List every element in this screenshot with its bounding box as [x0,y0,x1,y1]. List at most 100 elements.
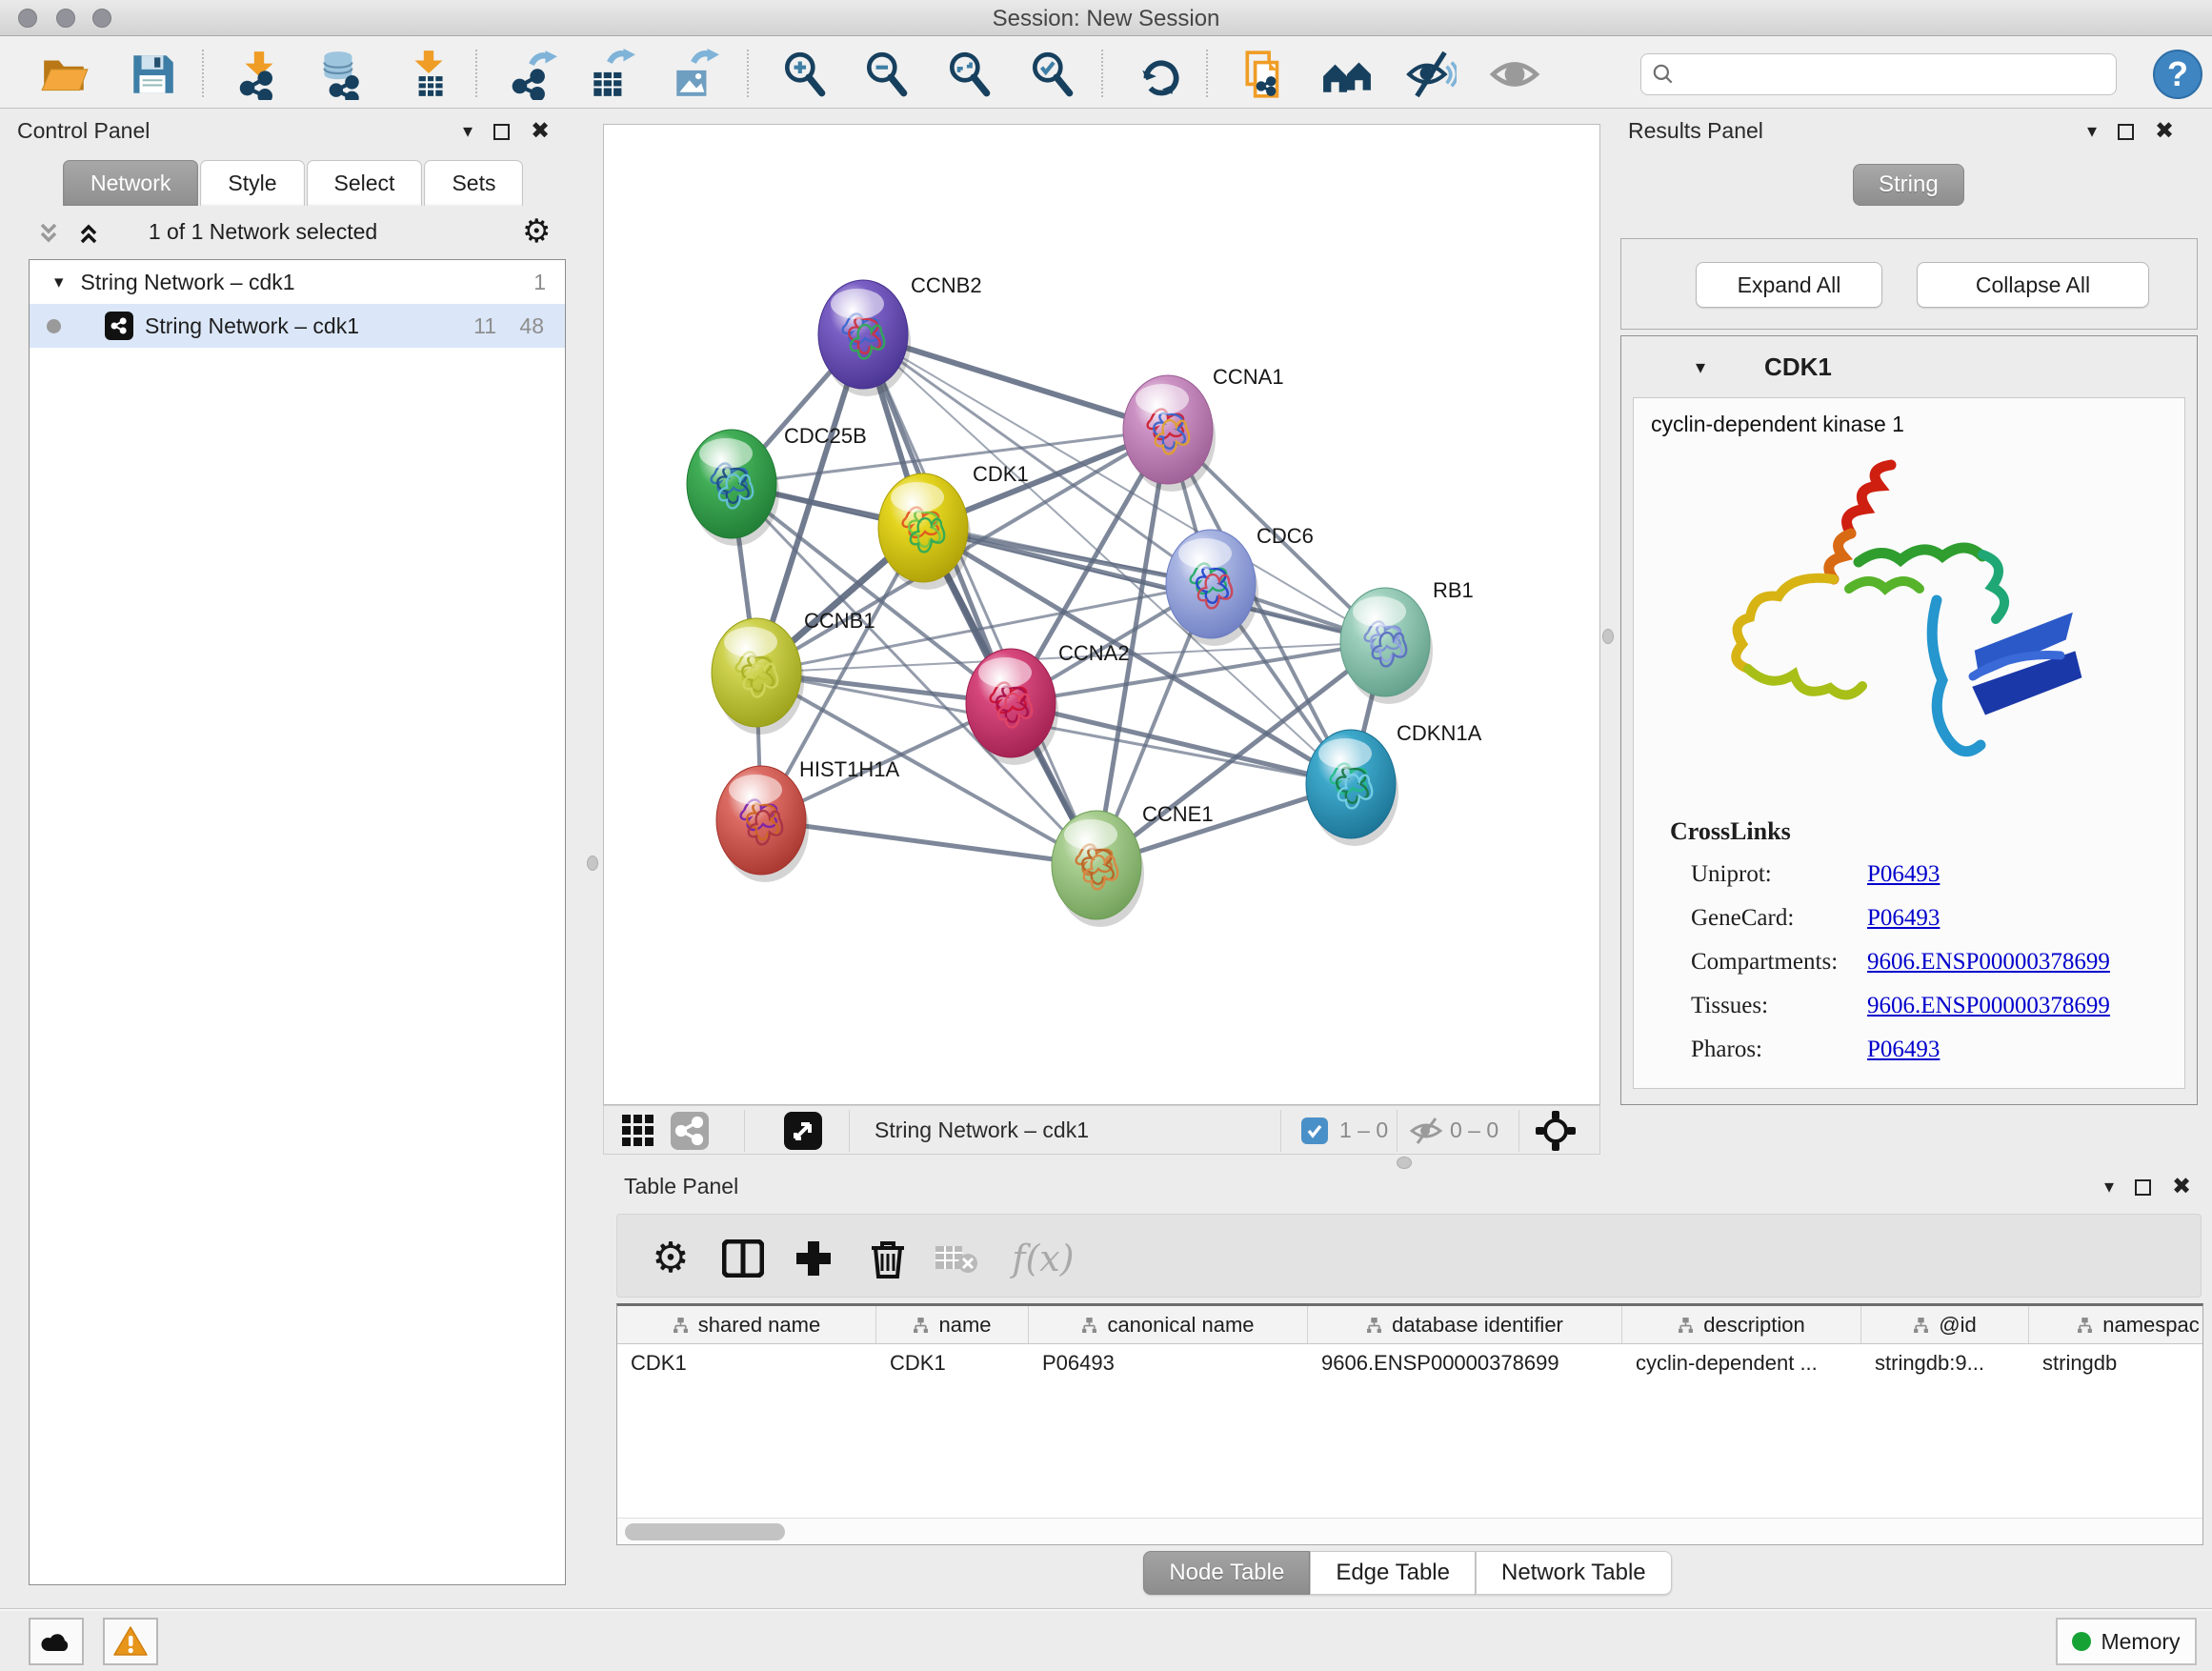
left-splitter-handle[interactable] [587,856,598,871]
table-cell[interactable]: stringdb [2029,1344,2203,1384]
node-CDC6[interactable]: CDC6 [1166,524,1314,646]
node-CDC25B[interactable]: CDC25B [687,424,867,546]
column-header--id[interactable]: @id [1861,1306,2029,1343]
results-panel-header-icons: ▾ ✖ [2087,120,2174,143]
panel-float-icon[interactable] [493,124,510,140]
column-header-shared-name[interactable]: shared name [617,1306,876,1343]
string-show-icon[interactable] [1488,48,1541,101]
navigator-crosshair-icon[interactable] [1536,1111,1576,1156]
zoom-selected-icon[interactable] [1026,48,1079,101]
add-column-icon[interactable] [787,1232,840,1285]
horizontal-splitter-handle[interactable] [1397,1157,1412,1169]
node-CDKN1A[interactable]: CDKN1A [1306,721,1482,846]
search-input[interactable] [1683,62,2106,87]
import-table-file-icon[interactable] [402,48,455,101]
export-image-icon[interactable] [669,48,722,101]
edge-HIST1H1A-CCNE1[interactable] [761,820,1096,865]
panel-menu-icon[interactable]: ▾ [2087,122,2097,141]
network-canvas[interactable]: CCNB2CCNA1CDC25BCDK1CDC6RB1CCNB1CCNA2CDK… [603,124,1600,1105]
column-header-canonical-name[interactable]: canonical name [1029,1306,1308,1343]
hscrollbar-thumb[interactable] [625,1523,785,1540]
crosslink-link[interactable]: P06493 [1867,1037,1940,1062]
column-header-database-identifier[interactable]: database identifier [1308,1306,1622,1343]
table-cell[interactable]: stringdb:9... [1861,1344,2029,1384]
tab-network-table[interactable]: Network Table [1476,1551,1672,1595]
table-cell[interactable]: cyclin-dependent ... [1622,1344,1861,1384]
open-session-icon[interactable] [38,48,91,101]
delete-column-icon[interactable] [861,1232,915,1285]
show-columns-icon[interactable] [716,1232,770,1285]
tab-node-table[interactable]: Node Table [1143,1551,1310,1595]
help-icon[interactable]: ? [2153,50,2202,99]
edge-CCNA2-CDKN1A[interactable] [1011,703,1351,784]
protein-section-header[interactable]: ▾ CDK1 [1621,336,2197,397]
column-header-name[interactable]: name [876,1306,1029,1343]
selected-counter: 1 – 0 [1339,1117,1388,1143]
import-network-database-icon[interactable] [313,48,367,101]
panel-float-icon[interactable] [2118,124,2134,140]
panel-float-icon[interactable] [2135,1179,2151,1196]
table-row[interactable]: CDK1CDK1P064939606.ENSP00000378699cyclin… [617,1344,2203,1384]
string-network-graph[interactable]: CCNB2CCNA1CDC25BCDK1CDC6RB1CCNB1CCNA2CDK… [604,125,1599,1104]
tree-expander-icon[interactable]: ▾ [54,272,64,293]
cloud-button[interactable] [29,1618,84,1665]
crosslink-link[interactable]: 9606.ENSP00000378699 [1867,993,2110,1018]
panel-menu-icon[interactable]: ▾ [2104,1178,2114,1197]
node-CCNA2[interactable]: CCNA2 [966,641,1130,765]
crosslink-link[interactable]: P06493 [1867,861,1940,887]
panel-close-icon[interactable]: ✖ [2172,1176,2191,1198]
section-expander-icon[interactable]: ▾ [1696,355,1705,379]
panel-menu-icon[interactable]: ▾ [463,122,473,141]
zoom-in-icon[interactable] [778,48,832,101]
network-view-share-icon[interactable] [671,1112,709,1155]
network-row-selected[interactable]: String Network – cdk1 11 48 [30,304,565,348]
collapse-all-button[interactable]: Collapse All [1917,262,2149,308]
node-CCNB2[interactable]: CCNB2 [818,273,982,396]
save-session-icon[interactable] [126,48,179,101]
right-splitter-handle[interactable] [1602,629,1614,644]
zoom-fit-icon[interactable] [943,48,996,101]
detach-view-icon[interactable] [784,1112,822,1155]
search-field[interactable] [1640,53,2117,95]
grid-view-icon[interactable] [620,1113,656,1154]
tab-select[interactable]: Select [307,160,423,206]
table-cell[interactable]: 9606.ENSP00000378699 [1308,1344,1622,1384]
export-network-icon[interactable] [507,48,560,101]
crosslink-link[interactable]: 9606.ENSP00000378699 [1867,949,2110,975]
zoom-out-icon[interactable] [860,48,914,101]
string-copy-icon[interactable] [1238,48,1292,101]
node-CCNA1[interactable]: CCNA1 [1123,365,1284,492]
tab-style[interactable]: Style [200,160,304,206]
memory-button[interactable]: Memory [2056,1618,2197,1665]
table-hscrollbar[interactable] [617,1518,2202,1544]
refresh-icon[interactable] [1134,48,1187,101]
node-CCNB1[interactable]: CCNB1 [712,609,875,735]
panel-close-icon[interactable]: ✖ [2155,120,2174,143]
node-HIST1H1A[interactable]: HIST1H1A [716,757,899,882]
crosslink-link[interactable]: P06493 [1867,905,1940,931]
tab-sets[interactable]: Sets [424,160,523,206]
table-cell[interactable]: CDK1 [876,1344,1029,1384]
network-options-gear-icon[interactable]: ⚙ [522,215,551,248]
column-header-namespac[interactable]: namespac [2029,1306,2203,1343]
import-network-file-icon[interactable] [232,48,286,101]
column-header-description[interactable]: description [1622,1306,1861,1343]
selected-checkbox-icon[interactable] [1301,1117,1328,1144]
tab-string[interactable]: String [1853,164,1964,206]
table-cell[interactable]: CDK1 [617,1344,876,1384]
title-bar: Session: New Session [0,0,2212,36]
tab-network[interactable]: Network [63,160,198,206]
expand-all-button[interactable]: Expand All [1696,262,1882,308]
node-RB1[interactable]: RB1 [1340,578,1474,704]
network-collection-row[interactable]: ▾ String Network – cdk1 1 [30,260,565,304]
warnings-button[interactable] [103,1618,158,1665]
node-CCNE1[interactable]: CCNE1 [1052,802,1214,927]
edge-CCNB2-CCNE1[interactable] [863,334,1096,865]
string-home-icon[interactable] [1320,48,1374,101]
table-settings-gear-icon[interactable]: ⚙ [644,1232,697,1285]
string-hide-icon[interactable] [1404,48,1458,101]
tab-edge-table[interactable]: Edge Table [1310,1551,1476,1595]
panel-close-icon[interactable]: ✖ [531,120,550,143]
export-table-icon[interactable] [585,48,638,101]
table-cell[interactable]: P06493 [1029,1344,1308,1384]
